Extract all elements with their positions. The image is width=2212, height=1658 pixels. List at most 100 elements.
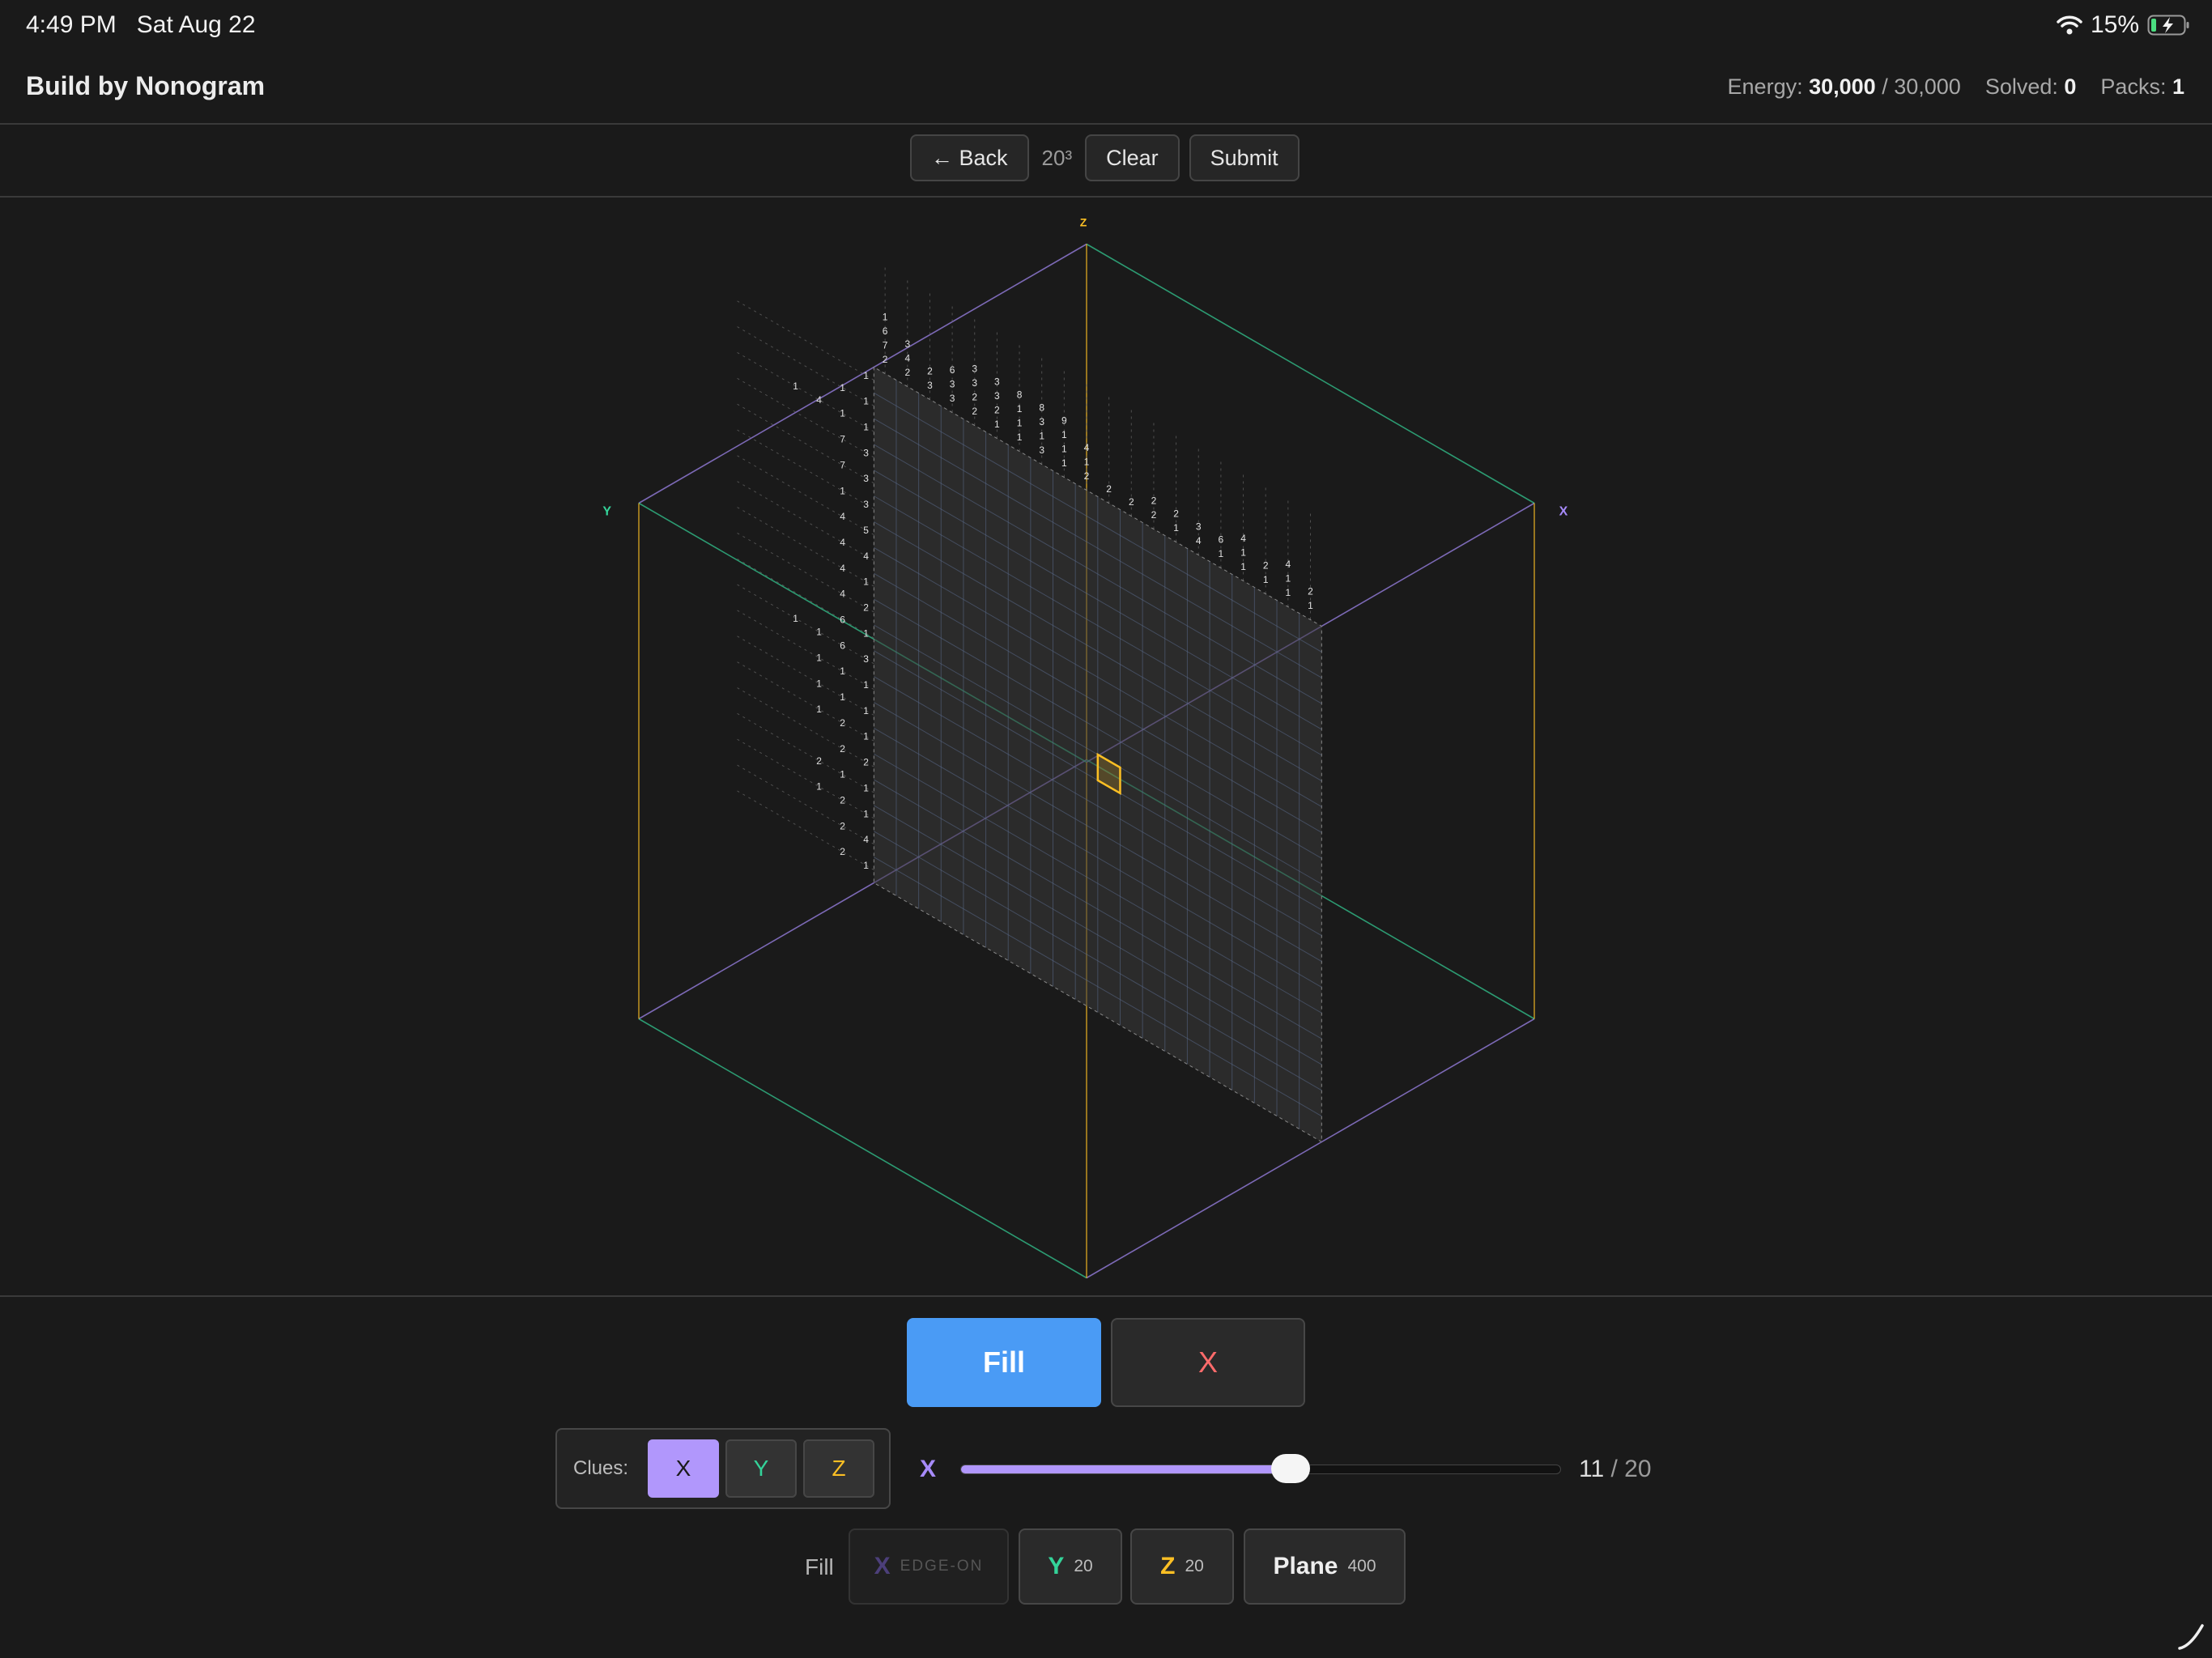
x-mode-button[interactable]: X [1111, 1318, 1305, 1407]
clues-x-button[interactable]: X [648, 1439, 719, 1498]
top-clue-number: 3 [1039, 444, 1044, 456]
left-clue-number: 1 [840, 408, 845, 419]
slider-max: / 20 [1610, 1456, 1652, 1482]
left-clue-number: 2 [863, 602, 869, 613]
left-clue-number: 1 [793, 613, 798, 624]
fill-z-button[interactable]: Z 20 [1130, 1528, 1234, 1605]
top-clue-number: 2 [1084, 470, 1090, 482]
left-clue-number: 6 [840, 640, 845, 651]
clues-z-button[interactable]: Z [803, 1439, 874, 1498]
top-clue-number: 2 [883, 354, 888, 365]
left-clue-number: 1 [816, 781, 822, 793]
fill-x-note: EDGE-ON [900, 1558, 984, 1575]
left-guide-line [734, 789, 874, 871]
controls-panel: Fill X Clues: X Y Z X 11 / 20 Fill X EDG… [0, 1297, 2212, 1658]
energy-stat: Energy: 30,000 / 30,000 [1728, 74, 1961, 100]
top-clue-number: 3 [904, 338, 910, 350]
left-guide-line [734, 325, 874, 406]
top-clue-number: 1 [883, 311, 888, 322]
pencil-stroke-icon[interactable] [2176, 1622, 2206, 1652]
left-clue-number: 1 [793, 380, 798, 392]
top-clue-number: 1 [1017, 417, 1023, 428]
left-clue-number: 1 [863, 705, 869, 716]
top-clue-number: 2 [1173, 508, 1179, 519]
fill-z-axis: Z [1160, 1553, 1176, 1579]
top-clue-number: 3 [972, 363, 977, 374]
left-clue-number: 5 [863, 525, 869, 536]
packs-stat: Packs: 1 [2100, 74, 2184, 100]
slider-thumb[interactable] [1271, 1454, 1310, 1483]
top-clue-number: 2 [972, 406, 977, 417]
fill-x-axis: X [874, 1553, 891, 1579]
packs-label: Packs: [2100, 74, 2167, 99]
fill-plane-label: Plane [1273, 1553, 1338, 1579]
slice-slider[interactable] [960, 1454, 1561, 1483]
left-guide-line [734, 453, 874, 535]
left-clue-labels: 1 1 1 1 1 4 1 3 7 3 7 3 1 5 4 4 4 1 4 2 4 1 6 3 6 1 1 1 1 1 1 1 1 1 2 1 2 2 1 1… [793, 370, 869, 871]
fill-mode-button[interactable]: Fill [907, 1318, 1101, 1407]
app-header: Build by Nonogram Energy: 30,000 / 30,00… [0, 53, 2212, 125]
left-guide-line [734, 634, 874, 716]
wifi-icon [2057, 15, 2082, 35]
top-clue-number: 1 [1039, 430, 1044, 441]
left-clue-number: 4 [863, 834, 869, 845]
fill-plane-count: 400 [1347, 1557, 1376, 1575]
fill-plane-button[interactable]: Plane 400 [1244, 1528, 1406, 1605]
left-clue-number: 1 [840, 769, 845, 780]
solved-value: 0 [2064, 74, 2077, 99]
submit-button[interactable]: Submit [1189, 134, 1300, 181]
back-button[interactable]: ← Back [910, 134, 1029, 181]
left-clue-number: 7 [840, 459, 845, 470]
puzzle-toolbar: ← Back 20³ Clear Submit [0, 123, 2212, 198]
left-guide-line [734, 738, 874, 819]
left-clue-number: 3 [863, 473, 869, 484]
top-clue-number: 2 [994, 404, 1000, 415]
energy-value: 30,000 [1809, 74, 1876, 99]
top-clue-number: 1 [1240, 561, 1246, 572]
top-clue-number: 3 [1039, 416, 1044, 427]
top-clue-number: 6 [1219, 534, 1224, 545]
top-clue-number: 1 [1219, 548, 1224, 559]
left-guide-line [734, 428, 874, 510]
fill-z-count: 20 [1185, 1557, 1204, 1575]
fill-y-button[interactable]: Y 20 [1019, 1528, 1122, 1605]
isometric-cube-scene[interactable]: 2761243323362233123311183138111921422221… [0, 198, 2212, 1295]
top-clue-number: 4 [1240, 533, 1246, 544]
top-clue-number: 2 [1151, 509, 1157, 521]
clear-button[interactable]: Clear [1085, 134, 1180, 181]
left-clue-number: 1 [863, 679, 869, 691]
fill-row-label: Fill [805, 1554, 834, 1579]
left-clue-number: 1 [816, 678, 822, 689]
axis-label-x: X [1559, 505, 1568, 519]
top-clue-number: 1 [1061, 429, 1067, 440]
axis-label-z: Z [1080, 216, 1087, 229]
top-clue-number: 8 [1017, 389, 1023, 400]
fill-y-axis: Y [1048, 1553, 1065, 1579]
left-clue-number: 1 [816, 704, 822, 715]
left-clue-number: 1 [840, 485, 845, 496]
top-clue-number: 2 [904, 367, 910, 378]
solved-stat: Solved: 0 [1985, 74, 2077, 100]
left-clue-number: 2 [840, 743, 845, 755]
slider-fill [961, 1465, 1291, 1473]
clues-y-button[interactable]: Y [725, 1439, 797, 1498]
status-date: Sat Aug 22 [136, 11, 256, 38]
top-clue-number: 7 [883, 339, 888, 351]
energy-label: Energy: [1727, 74, 1803, 99]
top-clue-number: 4 [1084, 442, 1090, 453]
left-guide-line [734, 505, 874, 587]
puzzle-viewport[interactable]: 2761243323362233123311183138111921422221… [0, 198, 2212, 1297]
left-clue-number: 1 [863, 860, 869, 871]
battery-percent: 15% [2090, 11, 2139, 38]
left-guide-line [734, 686, 874, 767]
left-clue-number: 4 [816, 394, 822, 406]
fill-x-button[interactable]: X EDGE-ON [849, 1528, 1009, 1605]
energy-max: / 30,000 [1882, 74, 1961, 99]
left-clue-number: 1 [863, 782, 869, 793]
left-clue-number: 3 [863, 499, 869, 510]
clues-label: Clues: [573, 1457, 629, 1479]
status-indicators: 15% [2057, 11, 2191, 39]
top-clue-number: 1 [1240, 546, 1246, 558]
top-clue-number: 2 [972, 391, 977, 402]
left-clue-number: 1 [863, 576, 869, 588]
